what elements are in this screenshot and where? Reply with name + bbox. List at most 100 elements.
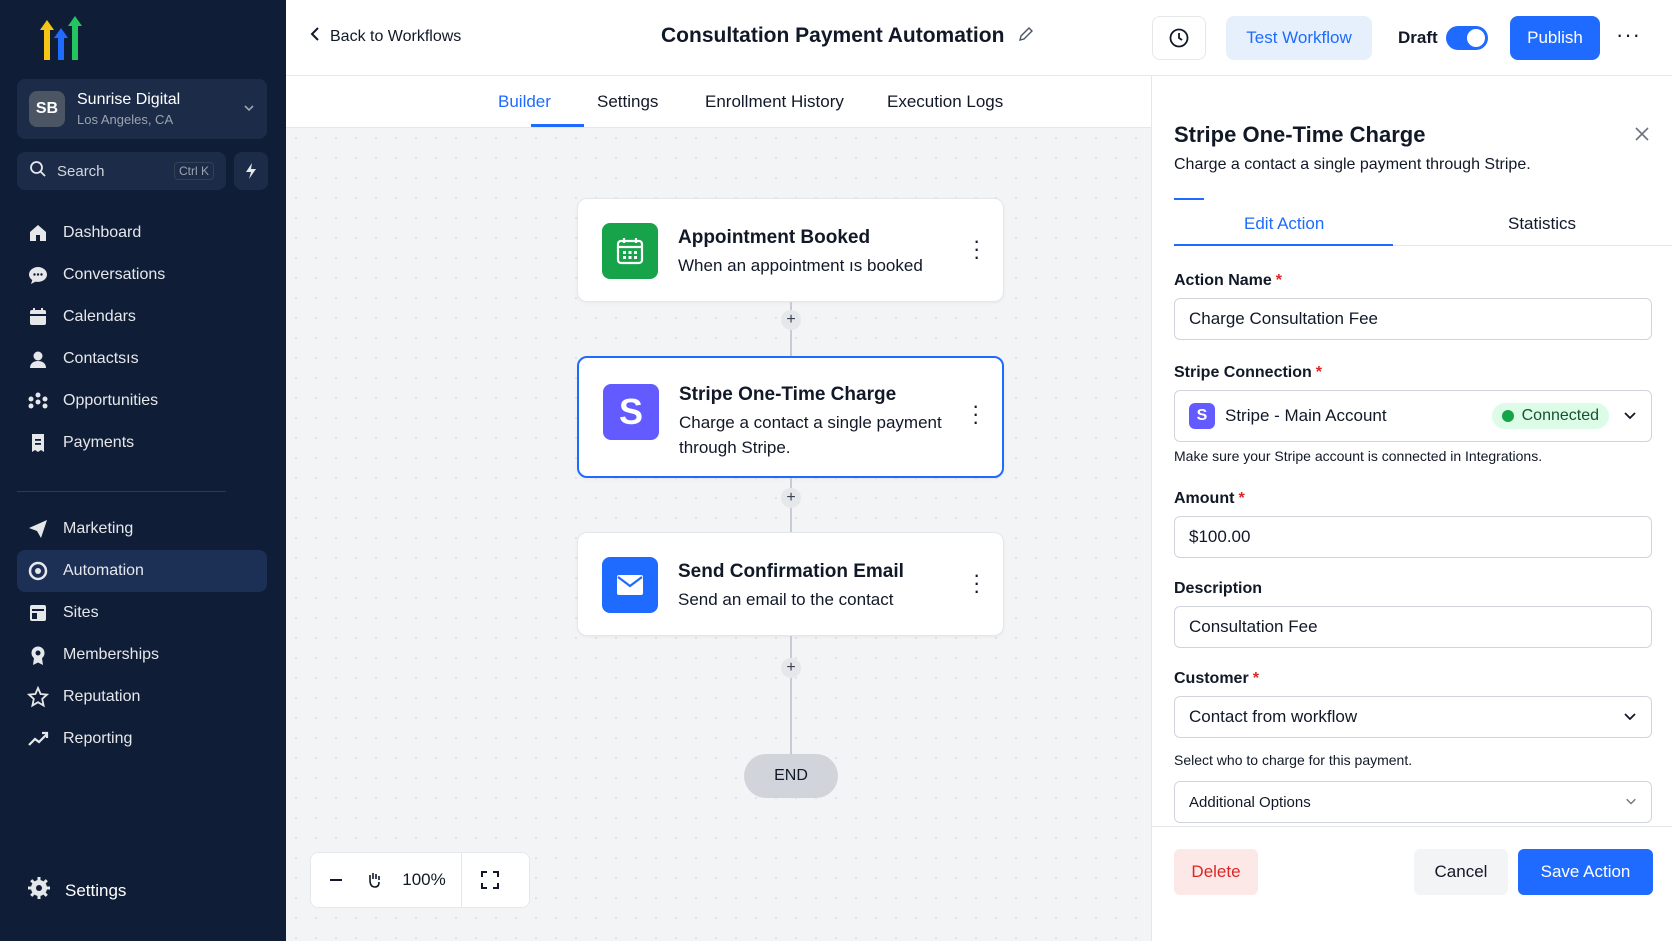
cancel-button[interactable]: Cancel <box>1414 849 1508 895</box>
node-menu-icon[interactable]: · · · <box>973 230 980 268</box>
stripe-connection-hint: Make sure your Stripe account is connect… <box>1174 448 1543 464</box>
customer-label-text: Customer <box>1174 670 1249 687</box>
sidebar-item-marketing[interactable]: Marketing <box>17 508 267 550</box>
node-menu-icon[interactable]: · · · <box>973 564 980 602</box>
sidebar-item-calendars[interactable]: Calendars <box>17 296 267 338</box>
workflow-node-email[interactable]: Send Confirmation Email Send an email to… <box>577 532 1004 636</box>
sidebar-item-label: Opportunities <box>63 392 159 409</box>
workflow-canvas[interactable]: Appointment Booked When an appointment ı… <box>286 128 1151 941</box>
test-workflow-button[interactable]: Test Workflow <box>1226 16 1372 60</box>
sidebar-item-label: Contactsıs <box>63 350 139 367</box>
sidebar-item-dashboard[interactable]: Dashboard <box>17 212 267 254</box>
tab-execution-logs[interactable]: Execution Logs <box>887 92 1003 112</box>
node-title: Send Confirmation Email <box>678 561 904 582</box>
publish-button[interactable]: Publish <box>1510 16 1600 60</box>
calendar-icon <box>27 306 49 328</box>
fullscreen-button[interactable] <box>462 852 518 908</box>
active-tab-indicator <box>531 124 584 127</box>
customer-select[interactable]: Contact from workflow <box>1174 696 1652 738</box>
add-step-button[interactable]: + <box>781 488 801 508</box>
clock-icon <box>1169 28 1189 48</box>
panel-tabs: Edit Action Statistics <box>1174 200 1672 246</box>
sidebar-item-label: Automation <box>63 562 144 579</box>
workflow-node-stripe-charge[interactable]: S Stripe One-Time Charge Charge a contac… <box>577 356 1004 478</box>
version-history-button[interactable] <box>1152 16 1206 60</box>
workflow-tabs: Builder Settings Enrollment History Exec… <box>286 76 1151 128</box>
add-step-button[interactable]: + <box>781 310 801 330</box>
tab-edit-action[interactable]: Edit Action <box>1244 214 1324 234</box>
payments-icon <box>27 432 49 454</box>
back-label: Back to Workflows <box>330 27 462 45</box>
sidebar-item-label: Reporting <box>63 730 133 747</box>
node-title: Stripe One-Time Charge <box>679 384 897 405</box>
sidebar-item-memberships[interactable]: Memberships <box>17 634 267 676</box>
workflow-title: Consultation Payment Automation <box>661 24 1034 48</box>
add-step-button[interactable]: + <box>781 658 801 678</box>
quick-actions-button[interactable] <box>234 152 268 190</box>
sidebar-item-payments[interactable]: Payments <box>17 422 267 464</box>
sidebar-item-settings[interactable]: Settings <box>27 876 126 905</box>
zoom-out-button[interactable] <box>311 852 361 908</box>
sidebar-item-automation[interactable]: Automation <box>17 550 267 592</box>
more-options-icon[interactable]: ··· <box>1616 22 1641 48</box>
zoom-level: 100% <box>402 870 446 889</box>
node-description: Send an email to the contact <box>678 590 894 609</box>
connected-status-badge: Connected <box>1491 403 1609 429</box>
sidebar-item-reputation[interactable]: Reputation <box>17 676 267 718</box>
sidebar-item-label: Memberships <box>63 646 160 663</box>
sidebar-item-contacts[interactable]: Contactsıs <box>17 338 267 380</box>
stripe-logo-icon: S <box>1189 403 1215 429</box>
connector-line <box>790 636 792 754</box>
search-input[interactable]: Search Ctrl K <box>17 152 226 190</box>
stripe-connection-label: Stripe Connection * <box>1174 364 1323 381</box>
back-to-workflows-link[interactable]: Back to Workflows <box>310 26 461 47</box>
node-menu-icon[interactable]: · · · <box>972 395 979 433</box>
description-field[interactable]: Consultation Fee <box>1174 606 1652 648</box>
chevron-down-icon <box>1623 709 1637 726</box>
panel-footer: Delete Cancel Save Action <box>1152 826 1672 941</box>
node-description: Charge a contact a single payment throug… <box>679 413 942 457</box>
settings-label: Settings <box>65 880 127 900</box>
description-label: Description <box>1174 580 1263 597</box>
sidebar-item-sites[interactable]: Sites <box>17 592 267 634</box>
save-action-button[interactable]: Save Action <box>1518 849 1653 895</box>
edit-title-pencil-icon[interactable] <box>1018 24 1034 48</box>
amount-label-text: Amount <box>1174 490 1235 507</box>
account-location: Los Angeles, CA <box>77 112 174 127</box>
membership-icon <box>27 644 49 666</box>
gear-icon <box>27 876 51 905</box>
expand-icon <box>481 871 499 889</box>
stripe-connection-select[interactable]: S Stripe - Main Account Connected <box>1174 390 1652 442</box>
stripe-connection-value: Stripe - Main Account <box>1225 406 1387 425</box>
tab-statistics[interactable]: Statistics <box>1508 214 1576 234</box>
draft-toggle[interactable] <box>1446 26 1488 50</box>
action-name-field[interactable]: Charge Consultation Fee <box>1174 298 1652 340</box>
app-logo-icon[interactable] <box>34 16 90 64</box>
action-name-label: Action Name * <box>1174 272 1283 289</box>
node-title: Appointment Booked <box>678 227 871 248</box>
sidebar-item-label: Reputation <box>63 688 141 705</box>
delete-button[interactable]: Delete <box>1174 849 1258 895</box>
lightning-icon <box>246 163 256 179</box>
account-switcher[interactable]: SB Sunrise Digital Los Angeles, CA <box>17 79 267 139</box>
workflow-node-trigger[interactable]: Appointment Booked When an appointment ı… <box>577 198 1004 302</box>
tab-enrollment-history[interactable]: Enrollment History <box>705 92 844 112</box>
calendar-icon <box>602 223 658 279</box>
chevron-down-icon <box>1623 408 1637 425</box>
search-icon <box>29 160 47 183</box>
customer-hint: Select who to charge for this payment. <box>1174 752 1413 768</box>
tab-builder[interactable]: Builder <box>498 92 551 112</box>
sidebar-item-label: Dashboard <box>63 224 142 241</box>
chat-icon <box>27 264 49 286</box>
sidebar-nav-primary: Dashboard Conversations Calendars Contac… <box>17 212 267 464</box>
chevron-down-icon <box>1625 794 1637 810</box>
sidebar-item-opportunities[interactable]: Opportunities <box>17 380 267 422</box>
sidebar-item-conversations[interactable]: Conversations <box>17 254 267 296</box>
fit-view-button[interactable] <box>361 852 387 908</box>
close-icon[interactable] <box>1634 122 1650 148</box>
sidebar-item-reporting[interactable]: Reporting <box>17 718 267 760</box>
tab-settings[interactable]: Settings <box>597 92 658 112</box>
amount-field[interactable]: $100.00 <box>1174 516 1652 558</box>
panel-active-tab-indicator <box>1174 244 1393 246</box>
additional-options-toggle[interactable]: Additional Options <box>1174 781 1652 823</box>
